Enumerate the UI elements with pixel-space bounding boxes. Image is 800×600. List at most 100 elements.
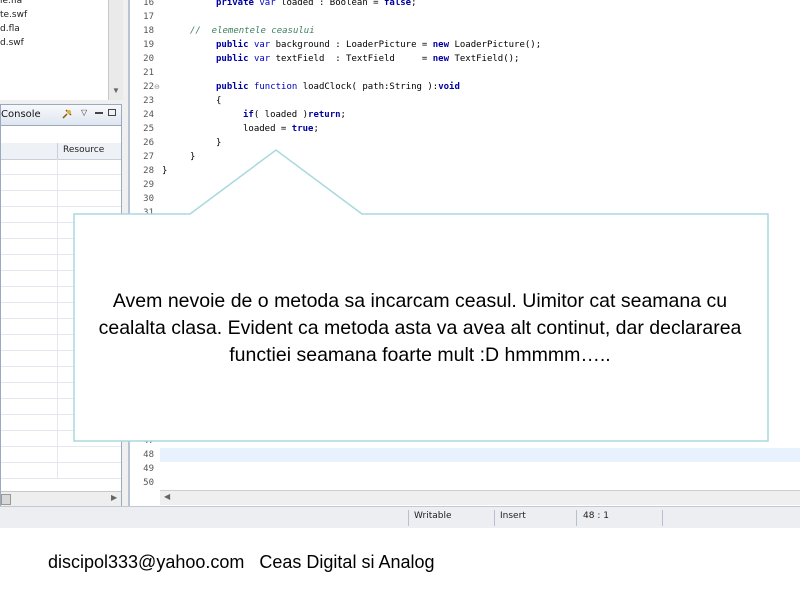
keyword: void <box>438 82 460 92</box>
line-number: 27 <box>143 152 154 162</box>
code-line-20: public var textField : TextField = new T… <box>216 52 519 66</box>
keyword: if <box>243 110 254 120</box>
scroll-thumb[interactable] <box>1 494 11 505</box>
code-text: ; <box>313 124 319 134</box>
table-row <box>1 383 121 399</box>
keyword: public <box>216 40 249 50</box>
editor-horizontal-scrollbar[interactable]: ◀ <box>160 490 800 505</box>
code-line-25: loaded = true; <box>243 122 319 136</box>
status-bar: Writable Insert 48 : 1 <box>0 506 800 528</box>
resource-column-header[interactable]: Resource <box>63 145 104 155</box>
footer-email: discipol333@yahoo.com <box>48 552 245 572</box>
pin-console-icon[interactable] <box>61 108 73 120</box>
keyword: return <box>308 110 341 120</box>
table-row <box>1 223 121 239</box>
code-line-26: } <box>216 138 222 148</box>
file-item[interactable]: le.fla <box>0 0 22 8</box>
scroll-right-icon[interactable]: ▶ <box>111 493 117 502</box>
scroll-left-icon[interactable]: ◀ <box>164 492 170 501</box>
maximize-icon[interactable] <box>108 109 116 116</box>
keyword: public <box>216 54 249 64</box>
keyword: new <box>432 54 450 64</box>
status-divider <box>494 510 495 526</box>
line-number: 29 <box>143 180 154 190</box>
column-divider[interactable] <box>57 143 58 159</box>
table-row <box>1 175 121 191</box>
line-number: 30 <box>143 194 154 204</box>
table-row <box>1 207 121 223</box>
minimize-icon[interactable] <box>95 112 103 114</box>
code-text: textField : TextField = <box>270 54 433 64</box>
ide-window: le.fla te.swf d.fla d.swf ▼ Console ▽ Re… <box>0 0 800 528</box>
code-line-16: private var loaded : Boolean = false; <box>216 0 417 10</box>
line-number: 26 <box>143 138 154 148</box>
code-text: ( loaded ) <box>253 110 309 120</box>
table-row <box>1 447 121 463</box>
table-row <box>1 191 121 207</box>
code-text: background : LoaderPicture = <box>270 40 433 50</box>
line-number: 24 <box>143 110 154 120</box>
code-text: ; <box>411 0 417 8</box>
code-line-27: } <box>190 152 196 162</box>
line-number: 16 <box>143 0 154 8</box>
keyword: false <box>384 0 412 8</box>
line-number: 31 <box>143 208 154 218</box>
code-text: LoaderPicture(); <box>449 40 542 50</box>
table-row <box>1 415 121 431</box>
package-explorer: le.fla te.swf d.fla d.swf <box>0 0 109 100</box>
problems-grid-header: Resource <box>1 143 121 160</box>
code-text: ; <box>340 110 346 120</box>
table-row <box>1 367 121 383</box>
scroll-down-icon[interactable]: ▼ <box>112 86 120 95</box>
code-line-22: public function loadClock( path:String )… <box>216 80 460 94</box>
status-writable: Writable <box>414 511 452 521</box>
code-editor[interactable]: 16 17 18 19 20 21 22 ⊖ 23 24 25 26 27 28… <box>128 0 800 506</box>
status-insert-mode: Insert <box>500 511 526 521</box>
code-line-24: if( loaded )return; <box>243 108 346 122</box>
code-line-19: public var background : LoaderPicture = … <box>216 38 541 52</box>
tab-console[interactable]: Console <box>1 109 41 120</box>
keyword: var <box>253 54 271 64</box>
tree-vertical-scrollbar[interactable]: ▼ <box>108 0 123 100</box>
file-item[interactable]: te.swf <box>0 8 27 22</box>
file-item[interactable]: d.fla <box>0 22 20 36</box>
keyword: var <box>253 40 271 50</box>
current-line-highlight <box>160 448 800 462</box>
footer-title: Ceas Digital si Analog <box>259 552 435 572</box>
status-cursor-position: 48 : 1 <box>583 511 609 521</box>
line-number: 48 <box>143 450 154 460</box>
line-number: 18 <box>143 26 154 36</box>
code-line-28: } <box>162 166 168 176</box>
line-number: 49 <box>143 464 154 474</box>
line-number: 19 <box>143 40 154 50</box>
code-text: loaded : Boolean = <box>275 0 384 8</box>
line-number-gutter: 16 17 18 19 20 21 22 ⊖ 23 24 25 26 27 28… <box>130 0 160 490</box>
line-number: 23 <box>143 96 154 106</box>
table-row <box>1 431 121 447</box>
callout-text: Avem nevoie de o metoda sa incarcam ceas… <box>98 290 742 366</box>
fold-collapse-icon[interactable]: ⊖ <box>154 83 160 91</box>
line-number: 28 <box>143 166 154 176</box>
code-text: loadClock( path:String ): <box>297 82 439 92</box>
table-row <box>1 159 121 175</box>
keyword: true <box>291 124 314 134</box>
keyword: var <box>259 0 276 8</box>
status-divider <box>662 510 663 526</box>
table-row <box>1 399 121 415</box>
keyword: public <box>216 82 249 92</box>
line-number: 47 <box>143 436 154 446</box>
code-line-18-comment: // elementele ceasului <box>190 26 315 36</box>
code-line-23: { <box>216 96 222 106</box>
status-divider <box>408 510 409 526</box>
line-number: 17 <box>143 12 154 22</box>
table-row <box>1 255 121 271</box>
view-menu-icon[interactable]: ▽ <box>81 108 87 117</box>
slide-footer: discipol333@yahoo.com Ceas Digital si An… <box>48 552 435 573</box>
console-horizontal-scrollbar[interactable]: ▶ <box>1 491 121 506</box>
code-text: loaded = <box>243 124 292 134</box>
file-item[interactable]: d.swf <box>0 36 24 50</box>
table-row <box>1 463 121 479</box>
table-row <box>1 239 121 255</box>
line-number: 20 <box>143 54 154 64</box>
table-row <box>1 271 121 287</box>
